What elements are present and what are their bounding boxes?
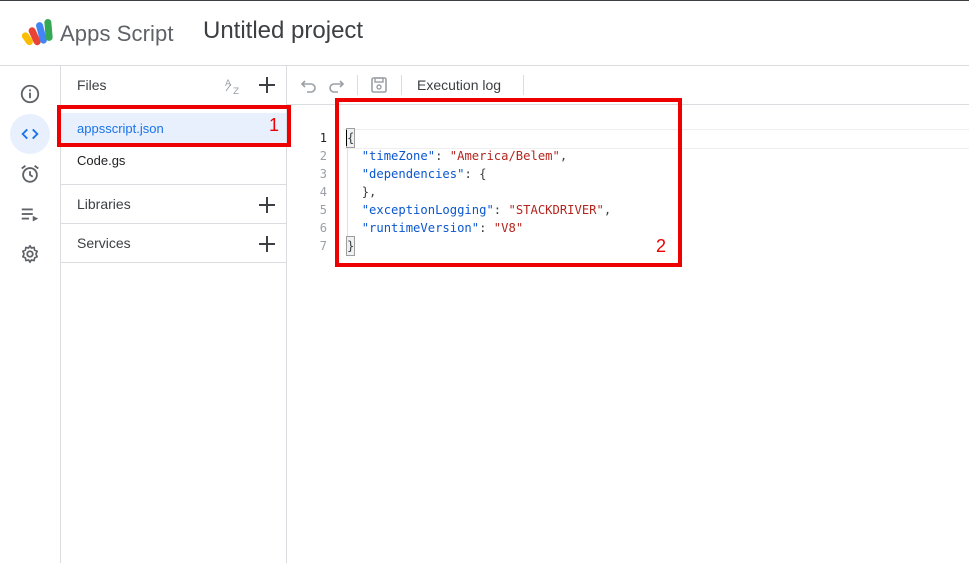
line-number: 4 (319, 185, 327, 199)
annotation-number-1: 1 (269, 115, 280, 135)
libraries-label: Libraries (77, 196, 131, 212)
files-title: Files (77, 77, 107, 93)
services-label: Services (77, 235, 131, 251)
toolbar-separator (523, 75, 524, 95)
file-name: Code.gs (77, 153, 126, 168)
annotation-box-1 (57, 105, 291, 147)
line-number: 5 (319, 203, 327, 217)
save-icon[interactable] (369, 75, 389, 95)
overview-button[interactable] (10, 74, 50, 114)
redo-icon[interactable] (326, 75, 346, 95)
undo-icon[interactable] (299, 75, 319, 95)
libraries-section[interactable]: Libraries (61, 184, 286, 224)
project-title[interactable]: Untitled project (203, 17, 363, 45)
triggers-button[interactable] (10, 154, 50, 194)
add-service-icon[interactable] (256, 233, 278, 255)
toolbar-separator (357, 75, 358, 95)
toolbar-separator (401, 75, 402, 95)
svg-text:Z: Z (233, 87, 239, 96)
files-header: Files A Z (61, 66, 286, 104)
services-section[interactable]: Services (61, 223, 286, 263)
apps-script-logo-icon[interactable] (22, 18, 56, 48)
annotation-number-2: 2 (656, 236, 667, 256)
executions-icon (21, 208, 39, 222)
line-number: 2 (319, 149, 327, 163)
info-icon (20, 84, 40, 104)
app-header: Apps Script Untitled project (0, 1, 969, 66)
editor-button[interactable] (10, 114, 50, 154)
project-settings-button[interactable] (10, 234, 50, 274)
line-number: 7 (319, 239, 327, 253)
line-number: 3 (319, 167, 327, 181)
app-name: Apps Script (60, 21, 174, 46)
sort-az-icon[interactable]: A Z (223, 74, 245, 96)
file-item-code-gs[interactable]: Code.gs (61, 145, 286, 175)
line-number: 6 (319, 221, 327, 235)
code-icon (21, 128, 39, 140)
alarm-clock-icon (21, 165, 39, 183)
executions-button[interactable] (10, 194, 50, 234)
line-number: 1 (319, 131, 327, 145)
add-library-icon[interactable] (256, 194, 278, 216)
left-navigation-rail (0, 66, 61, 563)
divider (61, 262, 286, 263)
gear-icon (22, 244, 38, 264)
execution-log-button[interactable]: Execution log (417, 77, 501, 93)
add-file-icon[interactable] (256, 74, 278, 96)
annotation-box-2 (335, 98, 682, 267)
